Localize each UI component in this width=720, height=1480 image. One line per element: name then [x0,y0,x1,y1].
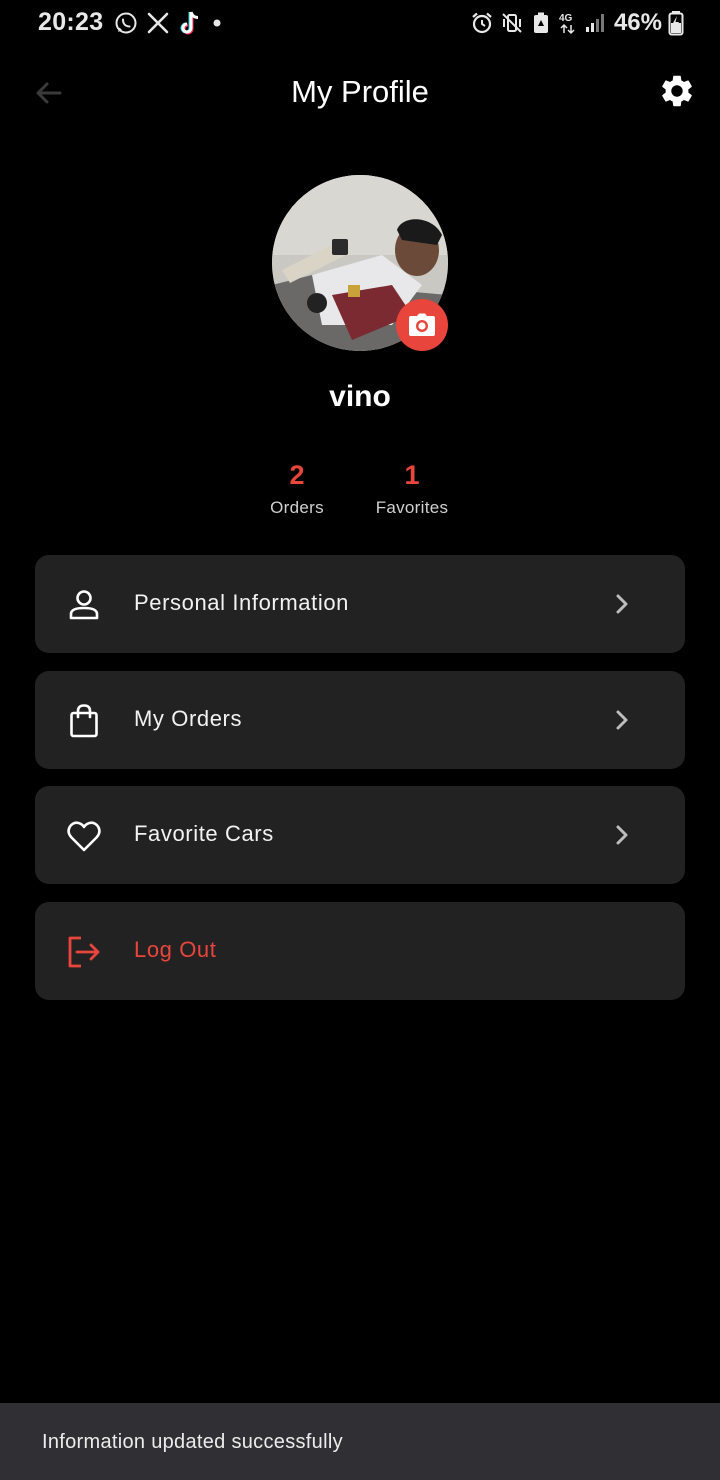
heart-icon [67,821,101,852]
profile-stats: 2 Orders 1 Favorites [0,458,720,528]
logout-icon [68,936,100,967]
battery-icon [668,11,684,36]
status-right-icons: 4G 46% [470,9,684,37]
favorites-stat[interactable]: 1 Favorites [352,458,472,518]
menu-item-label: Log Out [134,936,217,962]
chevron-right-icon [616,825,628,845]
person-icon [69,590,99,620]
profile-menu: Personal Information My Orders Favorite … [35,555,685,1017]
shopping-bag-icon [70,703,98,737]
alarm-icon [472,12,492,34]
page-title: My Profile [291,74,429,109]
tiktok-icon [180,11,199,35]
menu-item-favorite-cars[interactable]: Favorite Cars [35,786,685,884]
menu-item-label: My Orders [134,705,243,731]
chevron-right-icon [616,594,628,614]
x-icon [147,12,169,34]
camera-icon [409,313,435,336]
app-bar: My Profile [0,56,720,128]
orders-label: Orders [270,498,324,517]
status-time: 20:23 [38,8,104,36]
change-photo-button[interactable] [396,299,448,351]
dot-icon [213,19,221,27]
favorites-count: 1 [404,460,420,490]
snackbar-message: Information updated successfully [42,1431,343,1453]
favorites-label: Favorites [375,498,449,517]
avatar-container [272,175,448,351]
orders-count: 2 [289,460,305,490]
svg-text:4G: 4G [559,13,573,24]
chevron-right-icon [616,710,628,729]
orders-stat[interactable]: 2 Orders [237,458,357,518]
menu-item-personal-information[interactable]: Personal Information [35,555,685,653]
menu-item-label: Favorite Cars [134,821,274,846]
network-4g-icon: 4G [559,13,575,35]
profile-screen: 20:23 4G 46% My Profile vino 2 Orders 1 … [0,0,720,1480]
battery-saver-icon [533,12,548,33]
status-bar: 20:23 4G 46% [0,0,720,46]
whatsapp-icon [115,12,137,34]
user-name: vino [329,380,391,413]
signal-icon [585,14,604,32]
menu-item-label: Personal Information [134,590,349,615]
menu-item-log-out[interactable]: Log Out [35,901,685,1000]
snackbar: Information updated successfully [0,1403,720,1480]
vibrate-icon [502,13,522,33]
status-left-icons [114,10,224,36]
menu-item-my-orders[interactable]: My Orders [35,670,685,769]
gear-icon[interactable] [658,72,696,110]
battery-percentage: 46% [613,9,662,36]
